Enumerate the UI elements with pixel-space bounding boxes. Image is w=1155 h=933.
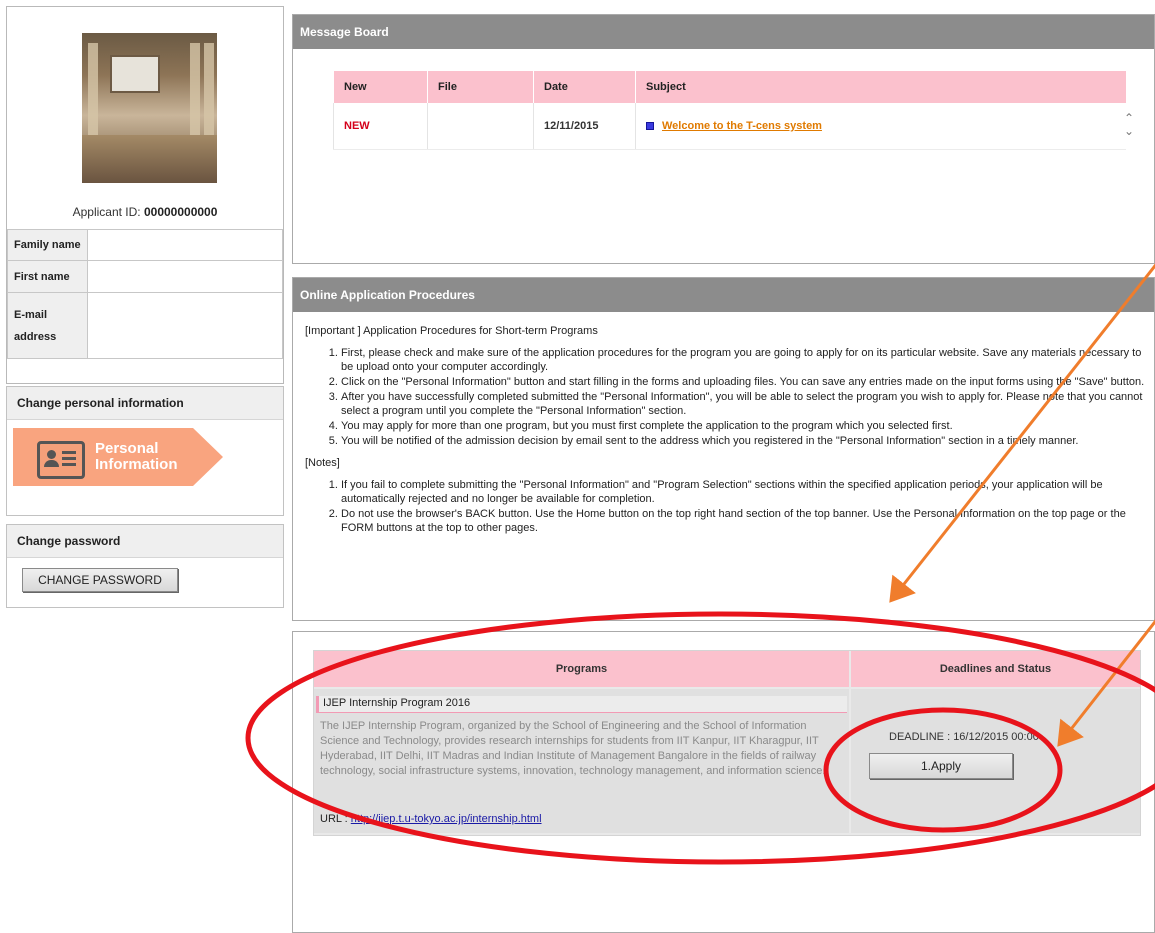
message-board-table: New File Date Subject NEW 12/11/2015 Wel… bbox=[333, 71, 1126, 150]
message-board-title: Message Board bbox=[293, 15, 1154, 49]
email-value bbox=[87, 292, 283, 359]
bullet-icon bbox=[646, 122, 654, 131]
programs-table: Programs Deadlines and Status IJEP Inter… bbox=[313, 650, 1141, 836]
procedures-panel: Online Application Procedures [Important… bbox=[292, 277, 1155, 621]
list-item: If you fail to complete submitting the "… bbox=[341, 478, 1145, 506]
list-item: You may apply for more than one program,… bbox=[341, 419, 1145, 433]
message-subject-link[interactable]: Welcome to the T-cens system bbox=[662, 120, 822, 132]
list-item: You will be notified of the admission de… bbox=[341, 434, 1145, 448]
applicant-id: Applicant ID: 00000000000 bbox=[7, 205, 283, 219]
applicant-id-value: 00000000000 bbox=[143, 205, 218, 219]
procedures-body: [Important ] Application Procedures for … bbox=[305, 324, 1145, 543]
col-programs: Programs bbox=[314, 651, 849, 687]
col-deadlines: Deadlines and Status bbox=[851, 651, 1140, 687]
deadline-text: DEADLINE : 16/12/2015 00:00 bbox=[889, 731, 1039, 743]
message-board-panel: Message Board New File Date Subject NEW … bbox=[292, 14, 1155, 264]
id-card-icon bbox=[37, 441, 85, 479]
program-url: URL : http://iiep.t.u-tokyo.ac.jp/intern… bbox=[320, 813, 542, 825]
procedures-important-heading: [Important ] Application Procedures for … bbox=[305, 325, 598, 337]
table-row: NEW 12/11/2015 Welcome to the T-cens sys… bbox=[333, 103, 1126, 150]
personal-info-label-line2: Information bbox=[95, 456, 178, 473]
programs-panel: Programs Deadlines and Status IJEP Inter… bbox=[292, 631, 1155, 933]
email-label-line2: address bbox=[14, 330, 57, 343]
personal-info-label-line1: Personal bbox=[95, 440, 159, 457]
apply-button[interactable]: 1.Apply bbox=[869, 753, 1013, 779]
procedures-title: Online Application Procedures bbox=[293, 278, 1154, 312]
change-personal-info-heading: Change personal information bbox=[7, 387, 283, 420]
message-subject-cell: Welcome to the T-cens system bbox=[635, 103, 1126, 150]
change-password-heading: Change password bbox=[7, 525, 283, 558]
list-item: Click on the "Personal Information" butt… bbox=[341, 375, 1145, 389]
first-name-value bbox=[87, 260, 283, 293]
chevron-down-icon[interactable]: ⌄ bbox=[1124, 125, 1134, 138]
procedure-steps: First, please check and make sure of the… bbox=[305, 346, 1145, 448]
deadline-cell: DEADLINE : 16/12/2015 00:00 1.Apply bbox=[851, 689, 1140, 833]
col-file: File bbox=[427, 71, 534, 103]
program-name: IJEP Internship Program 2016 bbox=[316, 696, 847, 713]
notes-heading: [Notes] bbox=[305, 457, 340, 469]
first-name-label: First name bbox=[7, 260, 88, 293]
col-new: New bbox=[333, 71, 428, 103]
family-name-label: Family name bbox=[7, 229, 88, 261]
program-url-link[interactable]: http://iiep.t.u-tokyo.ac.jp/internship.h… bbox=[351, 813, 542, 825]
applicant-profile-card: Applicant ID: 00000000000 Family name Fi… bbox=[6, 6, 284, 384]
applicant-id-label: Applicant ID: bbox=[72, 205, 141, 219]
personal-info-label: Personal Information bbox=[95, 441, 178, 473]
program-description: The IJEP Internship Program, organized b… bbox=[320, 720, 826, 777]
list-item: First, please check and make sure of the… bbox=[341, 346, 1145, 374]
col-date: Date bbox=[533, 71, 636, 103]
message-date: 12/11/2015 bbox=[533, 103, 636, 150]
program-cell: IJEP Internship Program 2016 The IJEP In… bbox=[314, 689, 849, 833]
applicant-photo bbox=[82, 33, 217, 183]
program-url-label: URL : bbox=[320, 813, 351, 825]
deadline-label: DEADLINE : bbox=[889, 731, 954, 743]
personal-info-button[interactable]: Personal Information bbox=[13, 425, 225, 489]
email-label-line1: E-mail bbox=[14, 308, 48, 321]
message-scroll-arrows[interactable]: ⌃ ⌄ bbox=[1124, 112, 1134, 138]
list-item: Do not use the browser's BACK button. Us… bbox=[341, 507, 1145, 535]
change-password-panel: Change password bbox=[6, 524, 284, 608]
deadline-value: 16/12/2015 00:00 bbox=[953, 731, 1039, 743]
notes-list: If you fail to complete submitting the "… bbox=[305, 478, 1145, 535]
list-item: After you have successfully completed su… bbox=[341, 390, 1145, 418]
change-password-button[interactable]: CHANGE PASSWORD bbox=[22, 568, 178, 592]
message-file bbox=[427, 103, 534, 150]
message-new-badge: NEW bbox=[333, 103, 428, 150]
col-subject: Subject bbox=[635, 71, 1126, 103]
email-label: E-mail address bbox=[7, 292, 88, 359]
profile-info-table: Family name First name E-mail address bbox=[7, 229, 283, 359]
family-name-value bbox=[87, 229, 283, 261]
